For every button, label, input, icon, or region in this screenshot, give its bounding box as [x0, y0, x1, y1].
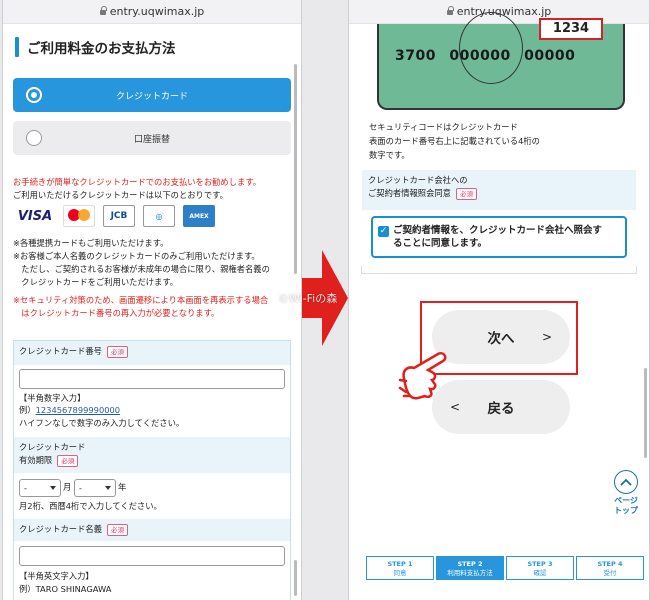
- expiry-label: クレジットカード: [19, 442, 86, 452]
- required-badge: 必須: [455, 188, 477, 200]
- step-label: 受付: [603, 569, 617, 577]
- note-line: ※お客様ご本人名義のクレジットカードのみご利用いただけます。: [13, 251, 260, 261]
- card-number-input[interactable]: [19, 369, 285, 389]
- card-number-display: 3700 000000 00000: [395, 48, 576, 64]
- consent-header-text: ご契約者情報照会同意: [368, 188, 451, 198]
- right-screen: entry.uqwimax.jp 1234 3700 000000 00000 …: [348, 0, 650, 600]
- card-brand-logos: VISA JCB ◎ AMEX: [15, 205, 215, 227]
- expiry-month-select[interactable]: -: [19, 479, 61, 497]
- card-number-hint: ハイフンなしで数字のみ入力してください。: [19, 418, 185, 428]
- consent-text: ることに同意します。: [393, 238, 488, 249]
- card-name-format: 【半角英文字入力】: [19, 571, 94, 581]
- step-number: STEP 3: [527, 560, 553, 568]
- card-number-format: 【半角数字入力】: [19, 393, 86, 403]
- available-text: ご利用いただけるクレジットカードは以下のとおりです。: [13, 190, 228, 200]
- chevron-left-icon: <: [450, 400, 461, 414]
- card-number-example: 例）1234567899990000: [19, 404, 120, 417]
- security-desc: 数字です。: [369, 150, 410, 160]
- credit-card-illustration: 1234 3700 000000 00000: [377, 12, 625, 110]
- step-1: STEP 1 同意: [366, 556, 434, 580]
- required-badge: 必須: [106, 346, 128, 358]
- back-button[interactable]: < 戻る: [432, 380, 570, 434]
- left-screen: entry.uqwimax.jp ご利用料金のお支払方法 クレジットカード 口座…: [2, 0, 302, 600]
- radio-unselected-icon: [26, 130, 42, 146]
- payment-option-credit-card[interactable]: クレジットカード: [13, 78, 291, 112]
- security-note: はクレジットカード番号の再入力が必要となります。: [13, 308, 220, 318]
- expiry-header: クレジットカード 有効期限 必須: [14, 437, 290, 473]
- consent-header: クレジットカード会社への ご契約者情報照会同意 必須: [362, 170, 636, 210]
- payment-option-label: 口座振替: [133, 134, 170, 145]
- security-desc: 表面のカード番号右上に記載されている4桁の: [369, 136, 540, 146]
- form-bottom-edge: [361, 266, 637, 274]
- required-badge: 必須: [57, 455, 79, 467]
- step-label: 確認: [533, 569, 547, 577]
- mastercard-logo: [63, 205, 95, 227]
- payment-option-bank-transfer[interactable]: 口座振替: [13, 121, 291, 155]
- card-name-label: クレジットカード名義: [19, 524, 102, 534]
- page-top-label: トップ: [614, 506, 638, 515]
- step-4: STEP 4 受付: [576, 556, 644, 580]
- step-label: 利用料支払方法: [447, 569, 493, 577]
- expiry-hint: 月2桁、西暦4桁で入力してください。: [19, 501, 162, 511]
- scrollbar[interactable]: [644, 368, 647, 458]
- security-note: ※セキュリティ対策のため、画面遷移により本画面を再表示する場合: [13, 295, 269, 305]
- consent-checkbox-box[interactable]: ✓ ご契約者情報を、クレジットカード会社へ照会す ることに同意します。: [371, 216, 627, 258]
- amex-logo: AMEX: [183, 205, 215, 227]
- required-badge: 必須: [106, 524, 128, 536]
- step-number: STEP 1: [387, 560, 413, 568]
- card-number-header: クレジットカード番号 必須: [14, 341, 290, 365]
- radio-selected-icon: [26, 87, 42, 103]
- month-value: -: [24, 483, 27, 493]
- example-prefix: 例）: [19, 405, 36, 415]
- consent-text: ご契約者情報を、クレジットカード会社へ照会す: [393, 225, 603, 236]
- card-name-input[interactable]: [19, 546, 285, 566]
- consent-header-text: クレジットカード会社への: [368, 175, 468, 185]
- expiry-label: 有効期限: [19, 455, 53, 465]
- chevron-down-icon: [50, 486, 56, 490]
- note-line: クレジットカードをご利用いただけます。: [13, 277, 179, 287]
- note-line: ※各種提携カードもご利用いただけます。: [13, 238, 169, 248]
- step-3: STEP 3 確認: [506, 556, 574, 580]
- section-title: ご利用料金のお支払方法: [15, 36, 176, 58]
- expiry-year-select[interactable]: -: [74, 479, 116, 497]
- chevron-down-icon: [105, 486, 111, 490]
- url-text: entry.uqwimax.jp: [109, 5, 205, 18]
- step-2: STEP 2 利用料支払方法: [436, 556, 504, 580]
- year-unit: 年: [118, 482, 127, 492]
- step-label: 同意: [393, 569, 407, 577]
- address-bar[interactable]: entry.uqwimax.jp: [3, 0, 301, 24]
- lock-icon: [446, 6, 454, 15]
- chevron-up-icon: [614, 470, 638, 494]
- jcb-logo: JCB: [103, 205, 135, 227]
- note-line: ただし、ご契約されるお客様が未成年の場合に限り、親権者名義の: [13, 264, 270, 274]
- section-title-text: ご利用料金のお支払方法: [27, 41, 176, 57]
- scrollbar[interactable]: [294, 64, 297, 274]
- example-number-link[interactable]: 1234567899990000: [36, 405, 120, 415]
- card-name-example: 例）TARO SHINAGAWA: [19, 584, 112, 594]
- pointing-hand-icon: [398, 352, 447, 400]
- security-code-box: 1234: [539, 18, 603, 40]
- year-value: -: [79, 483, 82, 493]
- title-bar: [15, 37, 19, 57]
- security-desc: セキュリティコードはクレジットカード: [369, 122, 518, 132]
- scrollbar-lower[interactable]: [294, 560, 297, 596]
- diners-logo: ◎: [143, 205, 175, 227]
- back-label: 戻る: [487, 401, 515, 417]
- checkmark-icon[interactable]: ✓: [378, 226, 389, 237]
- lock-icon: [99, 6, 107, 15]
- visa-logo: VISA: [17, 208, 53, 224]
- step-indicator: STEP 1 同意 STEP 2 利用料支払方法 STEP 3 確認 STEP 4 受付: [366, 556, 646, 580]
- step-number: STEP 2: [457, 560, 483, 568]
- step-number: STEP 4: [597, 560, 623, 568]
- recommend-text: お手続きが簡単なクレジットカードでのお支払いをお勧めします。: [13, 177, 262, 187]
- month-unit: 月: [63, 482, 72, 492]
- card-name-header: クレジットカード名義 必須: [14, 519, 290, 541]
- page-top-button[interactable]: ページ トップ: [613, 470, 639, 516]
- payment-option-label: クレジットカード: [115, 91, 188, 102]
- card-number-label: クレジットカード番号: [19, 346, 102, 356]
- watermark: ©Wi-Fiの森: [278, 292, 338, 305]
- card-form: クレジットカード番号 必須 【半角数字入力】 例）1234567899990000…: [13, 340, 291, 600]
- page-top-label: ページ: [614, 496, 638, 505]
